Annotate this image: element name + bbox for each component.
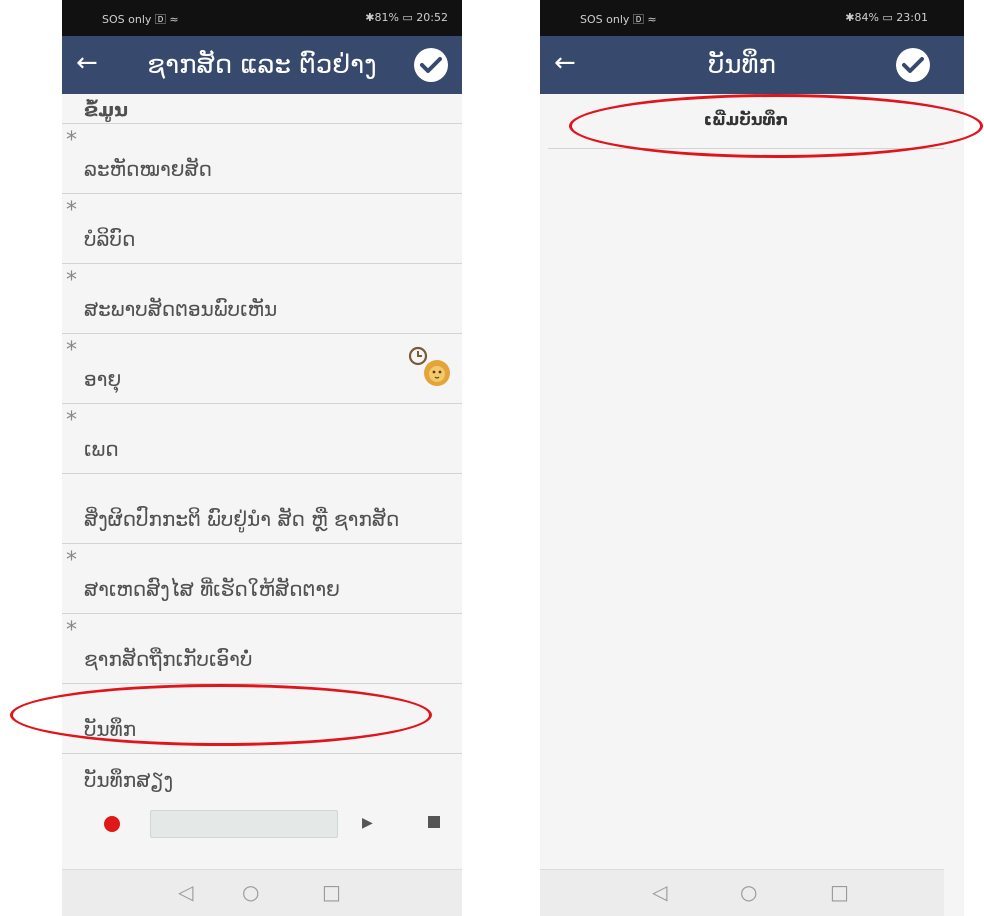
required-marker: * bbox=[66, 128, 77, 153]
status-right: ✱84% ▭ 23:01 bbox=[845, 11, 928, 24]
required-marker: * bbox=[66, 408, 77, 433]
lion-clock-icon bbox=[408, 346, 450, 386]
form-item-label: ລະຫັດໝາຍສັດ bbox=[84, 157, 212, 181]
audio-progress-bar bbox=[150, 810, 338, 838]
nav-home-icon[interactable]: ○ bbox=[242, 880, 259, 904]
required-marker: * bbox=[66, 338, 77, 363]
form-item-label: ສະພາບສັດຕອນພົບເຫັນ bbox=[84, 297, 278, 321]
status-right: ✱81% ▭ 20:52 bbox=[365, 11, 448, 24]
nav-home-icon[interactable]: ○ bbox=[740, 880, 757, 904]
form-item-notes[interactable]: ບັນທຶກ bbox=[62, 684, 462, 754]
required-marker: * bbox=[66, 618, 77, 643]
nav-recent-icon[interactable]: □ bbox=[322, 880, 341, 904]
add-note-button[interactable]: ເພີ່ມບັນທຶກ bbox=[548, 96, 944, 149]
right-phone-screen: SOS only 🄳 ≈ ✱84% ▭ 23:01 ← ບັນທຶກ ເພີ່ມ… bbox=[540, 0, 964, 916]
status-bar: SOS only 🄳 ≈ ✱84% ▭ 23:01 bbox=[540, 0, 964, 36]
left-phone-screen: SOS only 🄳 ≈ ✱81% ▭ 20:52 ← ຊາກສັດ ແລະ ຕ… bbox=[62, 0, 462, 916]
save-check-icon[interactable] bbox=[896, 48, 930, 82]
form-item-condition[interactable]: * ສະພາບສັດຕອນພົບເຫັນ bbox=[62, 264, 462, 334]
form-item-age[interactable]: * ອາຍຸ bbox=[62, 334, 462, 404]
nav-recent-icon[interactable]: □ bbox=[830, 880, 849, 904]
form-item-label: ບັນທຶກ bbox=[84, 717, 137, 741]
form-item-label: ສາເຫດສົງໄສ ທີ່ເຮັດໃຫ້ສັດຕາຍ bbox=[84, 577, 340, 601]
required-marker: * bbox=[66, 548, 77, 573]
add-note-label: ເພີ່ມບັນທຶກ bbox=[703, 110, 789, 129]
save-check-icon[interactable] bbox=[414, 48, 448, 82]
form-item-label: ຊາກສັດຖືກເກັບເອົາບໍ່ bbox=[84, 647, 253, 671]
form-item-sex[interactable]: * ເພດ bbox=[62, 404, 462, 474]
system-nav-bar: ◁ ○ □ bbox=[540, 869, 944, 916]
form-item-label: ເພດ bbox=[84, 437, 119, 461]
page-title: ບັນທຶກ bbox=[708, 50, 776, 80]
form-item-label: ສິ່ງຜິດປົກກະຕິ ພົບຢູ່ນຳ ສັດ ຫຼື ຊາກສັດ bbox=[84, 507, 400, 531]
form-item-abnormalities[interactable]: ສິ່ງຜິດປົກກະຕິ ພົບຢູ່ນຳ ສັດ ຫຼື ຊາກສັດ bbox=[62, 474, 462, 544]
nav-back-icon[interactable]: ◁ bbox=[178, 880, 193, 904]
form-item-label: ອາຍຸ bbox=[84, 367, 122, 391]
audio-recorder: ▶ bbox=[62, 798, 462, 848]
form-list: ຂໍ້ມູນ * ລະຫັດໝາຍສັດ * ບໍລິບົດ * ສະພາບສັ… bbox=[62, 94, 462, 848]
status-left: SOS only 🄳 ≈ bbox=[102, 13, 179, 26]
form-item-label: ບັນທຶກສຽງ bbox=[84, 768, 174, 792]
page-title: ຊາກສັດ ແລະ ຕົວຢ່າງ bbox=[147, 50, 377, 80]
required-marker: * bbox=[66, 198, 77, 223]
status-left: SOS only 🄳 ≈ bbox=[580, 13, 657, 26]
form-item-suspected-cause[interactable]: * ສາເຫດສົງໄສ ທີ່ເຮັດໃຫ້ສັດຕາຍ bbox=[62, 544, 462, 614]
nav-back-icon[interactable]: ◁ bbox=[652, 880, 667, 904]
form-item-voice-notes[interactable]: ບັນທຶກສຽງ bbox=[62, 754, 462, 798]
form-item-label: ບໍລິບົດ bbox=[84, 227, 136, 251]
form-item-carcass-collected[interactable]: * ຊາກສັດຖືກເກັບເອົາບໍ່ bbox=[62, 614, 462, 684]
status-bar: SOS only 🄳 ≈ ✱81% ▭ 20:52 bbox=[62, 0, 462, 36]
required-marker: * bbox=[66, 268, 77, 293]
section-header: ຂໍ້ມູນ bbox=[62, 94, 462, 124]
app-bar: ← ບັນທຶກ bbox=[540, 36, 964, 94]
form-item-context[interactable]: * ບໍລິບົດ bbox=[62, 194, 462, 264]
system-nav-bar: ◁ ○ □ bbox=[62, 869, 462, 916]
record-button[interactable] bbox=[104, 816, 120, 832]
stop-icon[interactable] bbox=[428, 816, 440, 828]
form-item-animal-tag[interactable]: * ລະຫັດໝາຍສັດ bbox=[62, 124, 462, 194]
play-icon[interactable]: ▶ bbox=[362, 815, 373, 831]
app-bar: ← ຊາກສັດ ແລະ ຕົວຢ່າງ bbox=[62, 36, 462, 94]
section-label: ຂໍ້ມູນ bbox=[84, 99, 128, 121]
